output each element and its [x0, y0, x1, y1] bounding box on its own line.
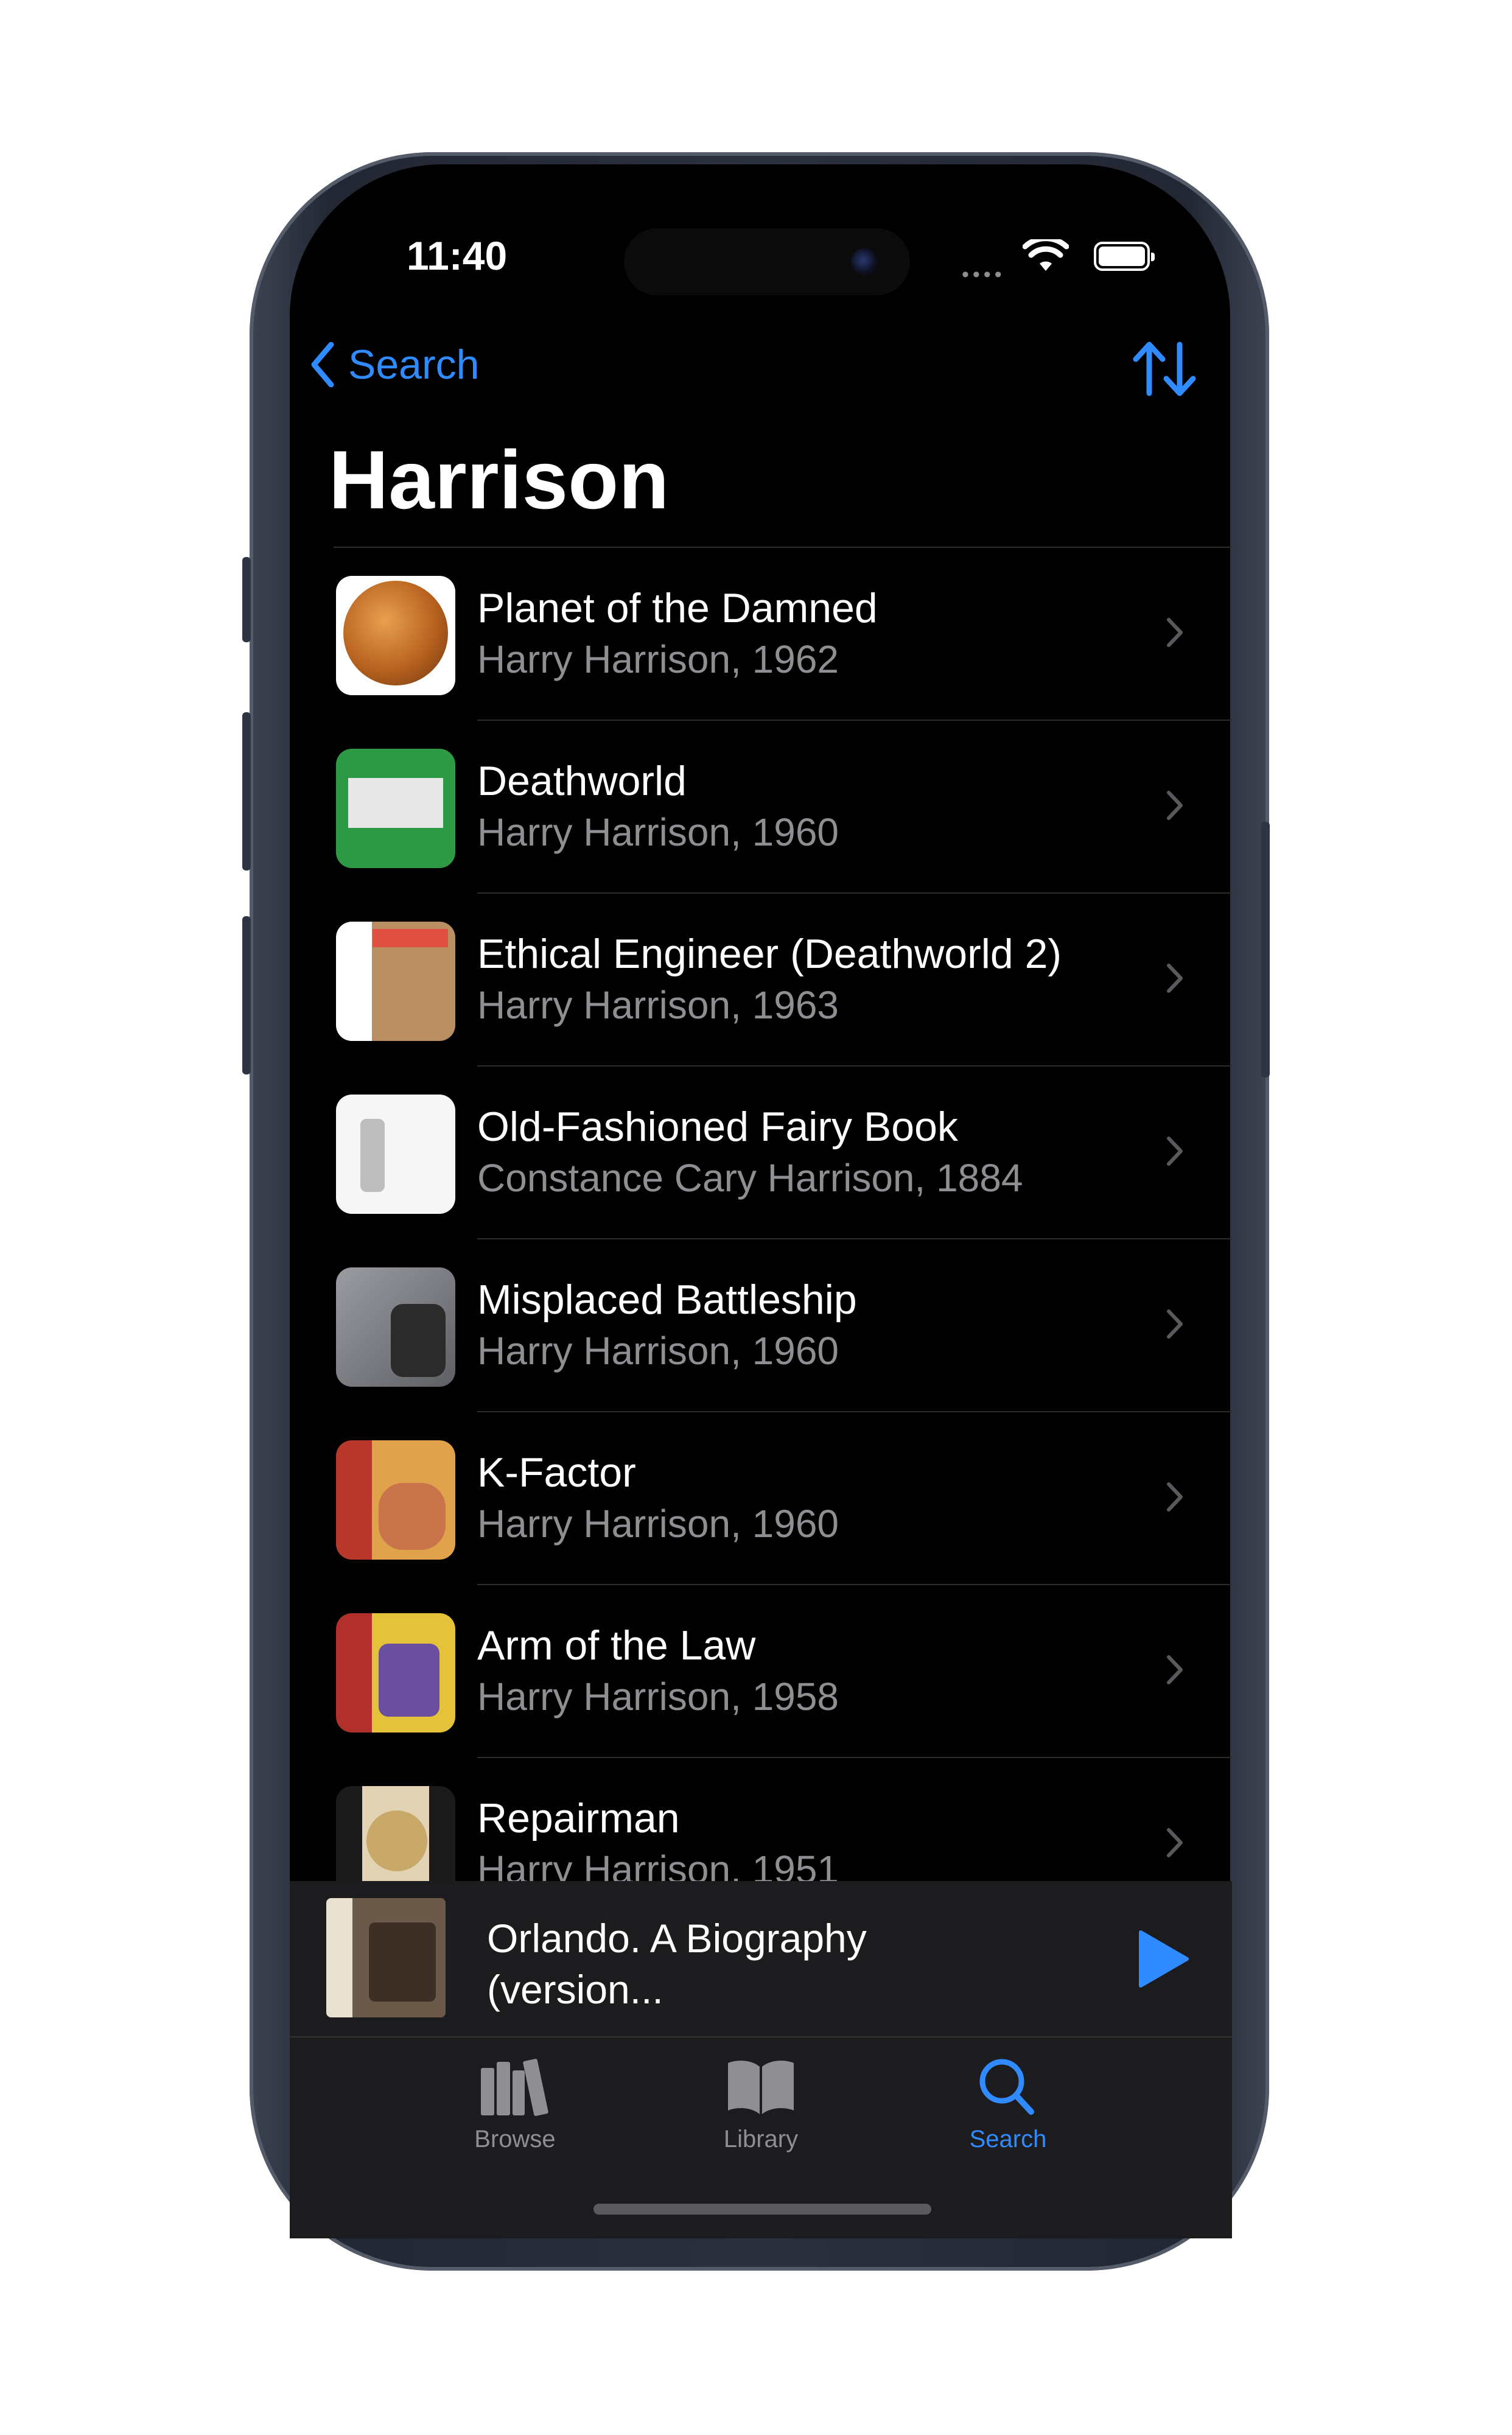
open-book-icon: [728, 2061, 794, 2114]
play-icon[interactable]: [1136, 1929, 1191, 1989]
tab-browse[interactable]: Browse: [424, 2056, 606, 2153]
power-button: [1261, 822, 1270, 1077]
action-button: [242, 557, 251, 642]
book-cover: [336, 576, 455, 695]
page-title: Harrison: [329, 433, 670, 526]
search-icon: [979, 2059, 1034, 2115]
wifi-icon: [1023, 239, 1069, 271]
book-cover: [336, 1267, 455, 1387]
books-icon: [481, 2059, 548, 2116]
chevron-right-icon: [1167, 1655, 1183, 1684]
chevron-left-icon: [311, 342, 334, 387]
book-title: Old-Fashioned Fairy Book: [477, 1104, 958, 1150]
book-author-year: Harry Harrison, 1951: [477, 1848, 839, 1881]
back-button[interactable]: Search: [310, 341, 479, 388]
book-title: Misplaced Battleship: [477, 1277, 857, 1323]
volume-up-button: [242, 712, 251, 871]
chevron-right-icon: [1167, 1828, 1183, 1857]
tab-library[interactable]: Library: [670, 2056, 852, 2153]
tab-search-label: Search: [969, 2126, 1047, 2153]
book-title: Planet of the Damned: [477, 585, 878, 631]
chevron-right-icon: [1167, 791, 1183, 820]
book-cover: [336, 1440, 455, 1560]
tab-search[interactable]: Search: [917, 2056, 1099, 2153]
tab-browse-label: Browse: [474, 2126, 556, 2153]
book-list: Planet of the Damned Harry Harrison, 196…: [334, 548, 1232, 1881]
back-button-label: Search: [348, 342, 480, 388]
now-playing-title: Orlando. A Biography (version...: [487, 1916, 867, 2012]
signal-dots-icon: ••••: [962, 263, 1006, 286]
book-cover: [336, 922, 455, 1041]
book-row[interactable]: Misplaced Battleship Harry Harrison, 196…: [334, 1239, 1232, 1412]
book-title: Deathworld: [477, 758, 687, 804]
book-author-year: Harry Harrison, 1958: [477, 1675, 839, 1719]
book-cover: [336, 1613, 455, 1733]
book-title: Repairman: [477, 1795, 680, 1841]
book-row[interactable]: Ethical Engineer (Deathworld 2) Harry Ha…: [334, 894, 1232, 1067]
book-author-year: Harry Harrison, 1963: [477, 983, 839, 1027]
camera-icon: [851, 248, 878, 275]
home-indicator[interactable]: [593, 2204, 931, 2215]
now-playing-cover: [326, 1898, 446, 2017]
book-row[interactable]: Planet of the Damned Harry Harrison, 196…: [334, 548, 1232, 721]
now-playing-bar[interactable]: Orlando. A Biography (version...: [290, 1881, 1232, 2036]
book-cover: [336, 1095, 455, 1214]
chevron-right-icon: [1167, 1482, 1183, 1512]
book-row[interactable]: Repairman Harry Harrison, 1951: [334, 1758, 1232, 1881]
book-row[interactable]: Old-Fashioned Fairy Book Constance Cary …: [334, 1067, 1232, 1239]
book-row[interactable]: Deathworld Harry Harrison, 1960: [334, 721, 1232, 894]
book-author-year: Harry Harrison, 1960: [477, 810, 839, 854]
book-title: K-Factor: [477, 1449, 636, 1496]
book-author-year: Harry Harrison, 1962: [477, 637, 839, 681]
battery-icon: [1094, 242, 1155, 271]
status-time: 11:40: [407, 233, 508, 278]
book-author-year: Harry Harrison, 1960: [477, 1502, 839, 1546]
book-author-year: Harry Harrison, 1960: [477, 1329, 839, 1373]
sort-icon[interactable]: [1131, 341, 1198, 397]
tab-library-label: Library: [723, 2126, 799, 2153]
book-title: Ethical Engineer (Deathworld 2): [477, 931, 1062, 977]
chevron-right-icon: [1167, 1309, 1183, 1339]
book-cover: [336, 749, 455, 868]
book-title: Arm of the Law: [477, 1622, 756, 1669]
chevron-right-icon: [1167, 964, 1183, 993]
book-author-year: Constance Cary Harrison, 1884: [477, 1156, 1023, 1200]
book-cover: [336, 1786, 455, 1881]
book-row[interactable]: Arm of the Law Harry Harrison, 1958: [334, 1585, 1232, 1758]
book-row[interactable]: K-Factor Harry Harrison, 1960: [334, 1412, 1232, 1585]
chevron-right-icon: [1167, 1137, 1183, 1166]
chevron-right-icon: [1167, 618, 1183, 647]
volume-down-button: [242, 916, 251, 1074]
